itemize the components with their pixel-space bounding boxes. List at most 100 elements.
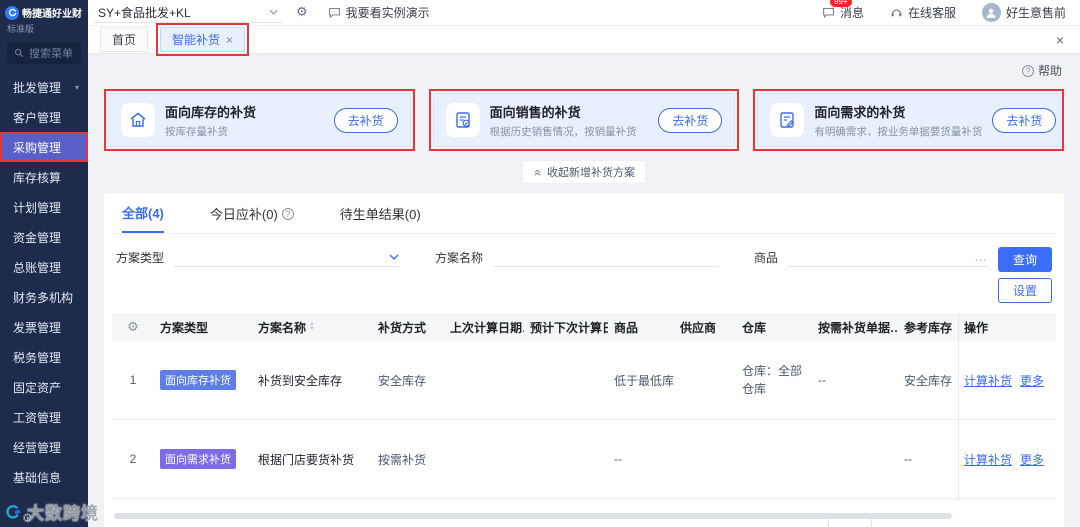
sidebar-item-operations[interactable]: 经营管理	[0, 432, 88, 462]
sidebar-item-funds[interactable]: 资金管理	[0, 222, 88, 252]
card-demand-replenishment: 面向需求的补货 有明确需求，按业务单据要货量补货 去补货	[757, 93, 1061, 147]
annotation-box-card-demand: 面向需求的补货 有明确需求，按业务单据要货量补货 去补货	[753, 89, 1065, 151]
plan-type-cell: 面向库存补货	[154, 370, 252, 390]
collapse-plans-button[interactable]: 收起新增补货方案	[522, 160, 646, 184]
collapse-label: 收起新增补货方案	[547, 167, 635, 179]
plan-type-select[interactable]	[174, 247, 400, 267]
plan-name-cell: 根据门店要货补货	[258, 452, 355, 467]
plan-type-cell: 面向需求补货	[154, 449, 252, 469]
card-text: 面向库存的补货 按库存量补货	[165, 102, 256, 139]
chevron-down-icon	[389, 254, 399, 260]
sidebar-item-label: 计划管理	[13, 200, 62, 215]
col-plan-type: 方案类型	[160, 320, 209, 335]
filter-label: 方案名称	[435, 250, 484, 265]
tab-pending-orders[interactable]: 待生单结果(0)	[340, 203, 421, 233]
goods-picker-input[interactable]: …	[788, 247, 989, 267]
sidebar-item-payroll[interactable]: 工资管理	[0, 402, 88, 432]
user-menu[interactable]: 好生意售前	[981, 3, 1066, 22]
org-selector-dropdown[interactable]: SY+食品批发+KL	[94, 3, 282, 23]
fixed-column-divider	[958, 313, 959, 501]
calculate-replenishment-link[interactable]: 计算补货	[964, 372, 1012, 389]
tab-close-icon[interactable]: ×	[226, 34, 233, 46]
tab-home[interactable]: 首页	[100, 27, 149, 52]
brand-name: 畅捷通好业财	[22, 9, 82, 20]
col-actions: 操作	[964, 320, 989, 335]
annotation-box-card-sales: 面向销售的补货 根据历史销售情况，按销量补货 去补货	[428, 89, 740, 151]
table-row: 2 面向需求补货 根据门店要货补货 按需补货 -- -- 计算补货 更多	[112, 420, 1056, 499]
pagination-partial[interactable]	[828, 518, 872, 527]
more-link[interactable]: 更多	[1020, 372, 1044, 389]
col-ref-stock: 参考库存	[904, 320, 953, 335]
sidebar-item-invoices[interactable]: 发票管理	[0, 312, 88, 342]
sidebar-item-finance-multi-org[interactable]: 财务多机构	[0, 282, 88, 312]
demand-doc-cell: --	[818, 373, 826, 387]
close-icon[interactable]: ×	[1054, 32, 1066, 48]
goods-cell: 低于最低库存商…	[614, 373, 674, 388]
sidebar-item-purchasing[interactable]: 采购管理	[0, 132, 88, 162]
question-circle-icon: ?	[281, 207, 294, 220]
collapse-row: 收起新增补货方案	[104, 160, 1064, 184]
tab-smart-replenishment[interactable]: 智能补货 ×	[160, 27, 246, 52]
help-link[interactable]: ? 帮助	[104, 62, 1062, 79]
messages-button[interactable]: 99+ 消息	[822, 0, 864, 21]
sidebar-item-label: 税务管理	[13, 350, 62, 365]
sort-icon[interactable]: ▲ ▼	[309, 321, 315, 332]
sidebar-item-label: 工资管理	[13, 410, 62, 425]
sidebar-item-label: 固定资产	[13, 380, 62, 395]
tab-all-plans[interactable]: 全部(4)	[122, 203, 164, 233]
sidebar-item-wholesale[interactable]: 批发管理 ▾	[0, 72, 88, 102]
table-row: 1 面向库存补货 补货到安全库存 安全库存 低于最低库存商… 仓库：全部仓库 -…	[112, 341, 1056, 420]
ref-stock-cell: --	[904, 452, 912, 466]
more-ellipsis-icon[interactable]: …	[974, 249, 988, 264]
plan-name-cell: 补货到安全库存	[258, 373, 343, 388]
card-title: 面向需求的补货	[814, 104, 906, 120]
tab-label: 待生单结果(0)	[339, 207, 421, 222]
question-circle-icon: ?	[1021, 64, 1034, 77]
sidebar-search-input[interactable]: 搜索菜单	[7, 42, 81, 64]
card-subtitle: 有明确需求，按业务单据要货量补货	[814, 125, 983, 138]
sidebar-item-general-ledger[interactable]: 总账管理	[0, 252, 88, 282]
sidebar-search-placeholder: 搜索菜单	[29, 48, 73, 60]
goods-cell: --	[614, 452, 622, 466]
brand-logo-icon	[5, 5, 19, 20]
card-subtitle: 按库存量补货	[165, 125, 228, 138]
more-link[interactable]: 更多	[1020, 451, 1044, 468]
horizontal-scrollbar[interactable]	[114, 513, 952, 519]
sidebar-item-fixed-assets[interactable]: 固定资产	[0, 372, 88, 402]
sidebar-item-label: 客户管理	[13, 110, 62, 125]
sidebar-item-inventory-accounting[interactable]: 库存核算	[0, 162, 88, 192]
column-settings-gear-icon[interactable]: ⚙	[112, 320, 154, 335]
online-support-label: 在线客服	[907, 6, 956, 20]
sidebar-item-label: 财务多机构	[13, 290, 74, 305]
settings-button[interactable]: 设置	[997, 278, 1052, 303]
tab-due-today[interactable]: 今日应补(0) ?	[210, 203, 294, 233]
settings-gear-icon[interactable]: ⚙	[296, 5, 308, 20]
demo-link[interactable]: 我要看实例演示	[328, 4, 430, 21]
sidebar-item-label: 基础信息	[13, 470, 62, 485]
plan-name-input[interactable]	[493, 247, 719, 267]
go-replenish-button[interactable]: 去补货	[992, 107, 1057, 133]
annotation-box-active-tab: 智能补货 ×	[156, 23, 250, 56]
online-support-button[interactable]: 在线客服	[890, 4, 956, 21]
go-replenish-button[interactable]: 去补货	[658, 107, 723, 133]
tab-bar: 首页 智能补货 × ×	[88, 23, 1080, 56]
gear-icon[interactable]: ⚙	[22, 511, 33, 525]
sidebar-item-taxes[interactable]: 税务管理	[0, 342, 88, 372]
user-name: 好生意售前	[1005, 6, 1066, 20]
sidebar-item-label: 批发管理	[13, 80, 62, 95]
go-replenish-button[interactable]: 去补货	[333, 107, 398, 133]
sidebar-item-customers[interactable]: 客户管理	[0, 102, 88, 132]
demo-link-label: 我要看实例演示	[345, 6, 430, 20]
filter-plan-name: 方案名称	[435, 247, 719, 267]
chevron-down-icon	[269, 9, 278, 15]
card-title: 面向库存的补货	[165, 104, 257, 120]
messages-badge: 99+	[829, 0, 852, 7]
sidebar-item-base-info[interactable]: 基础信息	[0, 462, 88, 492]
calculate-replenishment-link[interactable]: 计算补货	[964, 451, 1012, 468]
card-text: 面向销售的补货 根据历史销售情况，按销量补货	[490, 102, 637, 139]
search-button[interactable]: 查询	[997, 247, 1052, 272]
ref-stock-cell: 安全库存	[904, 373, 953, 388]
org-selector-value: SY+食品批发+KL	[98, 5, 191, 20]
plan-tabs: 全部(4) 今日应补(0) ? 待生单结果(0)	[112, 193, 1056, 234]
sidebar-item-planning[interactable]: 计划管理	[0, 192, 88, 222]
